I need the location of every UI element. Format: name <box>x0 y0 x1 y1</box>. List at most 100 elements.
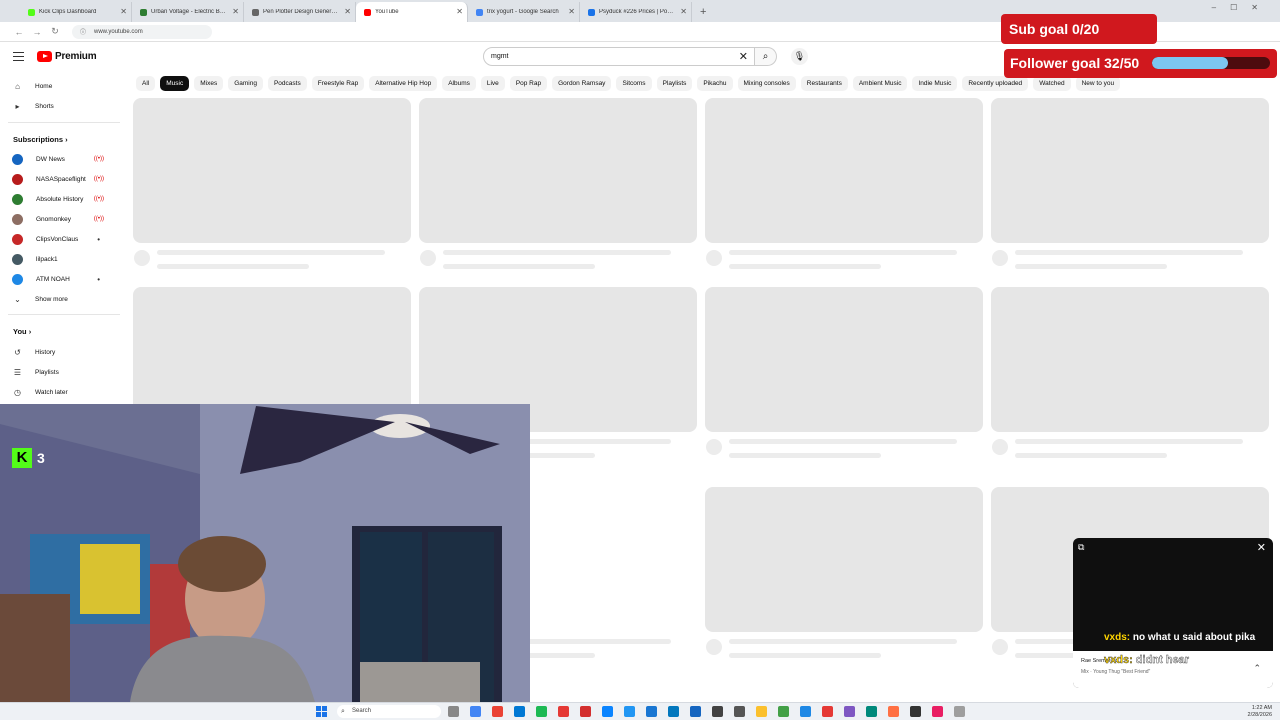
sidebar-item-subscription[interactable]: ATM NOAH • <box>12 272 122 286</box>
browser-tab[interactable]: trix yogurt - Google Search ✕ <box>468 2 580 22</box>
filter-chip[interactable]: Mixes <box>194 76 224 91</box>
taskbar-app-icon[interactable] <box>866 706 877 717</box>
filter-chip[interactable]: Music <box>160 76 190 91</box>
browser-tab[interactable]: Pen Plotter Design Generator ✕ <box>244 2 356 22</box>
address-bar[interactable]: ⓘ www.youtube.com <box>72 24 212 39</box>
filter-chip[interactable]: Restaurants <box>800 76 848 91</box>
taskbar-app-icon[interactable] <box>624 706 635 717</box>
filter-chip[interactable]: Pop Rap <box>509 76 548 91</box>
taskbar-app-icon[interactable] <box>756 706 767 717</box>
filter-chip[interactable]: New to you <box>1075 76 1121 91</box>
close-icon[interactable]: ✕ <box>1257 541 1266 554</box>
sidebar-item-subscription[interactable]: Absolute History ((•)) <box>12 192 122 206</box>
system-clock[interactable]: 1:22 AM 2/28/2026 <box>1248 705 1272 719</box>
taskbar-app-icon[interactable] <box>536 706 547 717</box>
show-more-button[interactable]: ⌄ Show more <box>12 292 122 306</box>
taskbar-app-icon[interactable] <box>470 706 481 717</box>
avatar-placeholder <box>992 439 1008 455</box>
filter-chip[interactable]: Playlists <box>656 76 693 91</box>
reload-icon[interactable]: ↻ <box>46 26 64 37</box>
taskbar: ⌕ Search 1:22 AM 2/28/2026 <box>0 702 1280 720</box>
sidebar-item-home[interactable]: ⌂ Home <box>12 79 122 93</box>
taskbar-app-icon[interactable] <box>668 706 679 717</box>
sidebar-item-subscription[interactable]: Gnomonkey ((•)) <box>12 212 122 226</box>
clock-time: 1:22 AM <box>1251 705 1272 711</box>
forward-icon[interactable]: → <box>28 27 46 37</box>
sidebar-item-subscription[interactable]: lilpack1 <box>12 252 122 266</box>
sidebar-item-subscription[interactable]: NASASpaceflight ((•)) <box>12 172 122 186</box>
sidebar-item-subscription[interactable]: ClipsVonClaus • <box>12 232 122 246</box>
taskbar-app-icon[interactable] <box>822 706 833 717</box>
browser-tab[interactable]: Psyduck #226 Prices | Pokemon ... ✕ <box>580 2 692 22</box>
taskbar-app-icon[interactable] <box>910 706 921 717</box>
filter-chip[interactable]: Sitcoms <box>616 76 652 91</box>
taskbar-app-icon[interactable] <box>646 706 657 717</box>
live-indicator-icon: ((•)) <box>93 196 104 202</box>
voice-search-icon[interactable]: 🎙 <box>791 48 808 65</box>
sidebar-item-subscription[interactable]: DW News ((•)) <box>12 152 122 166</box>
browser-tab[interactable]: Kick Clips Dashboard ✕ <box>20 2 132 22</box>
tab-close-icon[interactable]: ✕ <box>680 7 687 16</box>
chevron-up-icon[interactable]: ⌃ <box>1253 663 1261 674</box>
taskbar-app-icon[interactable] <box>580 706 591 717</box>
site-info-icon[interactable]: ⓘ <box>80 27 86 36</box>
filter-chip[interactable]: Podcasts <box>267 76 307 91</box>
meta-placeholder <box>443 264 595 269</box>
sub-goal-overlay: Sub goal 0/20 <box>1001 14 1157 44</box>
taskbar-app-icon[interactable] <box>448 706 459 717</box>
subscriptions-heading[interactable]: Subscriptions › <box>13 135 68 144</box>
filter-chip[interactable]: Indie Music <box>912 76 958 91</box>
search-button[interactable]: ⌕ <box>755 47 777 66</box>
filter-chip[interactable]: Live <box>480 76 505 91</box>
sidebar-item-watch-later[interactable]: ◷ Watch later <box>12 385 122 399</box>
taskbar-app-icon[interactable] <box>800 706 811 717</box>
filter-chip[interactable]: Albums <box>442 76 476 91</box>
new-tab-button[interactable]: + <box>692 2 714 22</box>
menu-icon[interactable] <box>13 52 24 61</box>
playlists-icon: ☰ <box>13 367 22 377</box>
sidebar-item-shorts[interactable]: ▸ Shorts <box>12 99 122 113</box>
sidebar-item-history[interactable]: ↺ History <box>12 345 122 359</box>
filter-chip[interactable]: Recently uploaded <box>962 76 1029 91</box>
tab-close-icon[interactable]: ✕ <box>568 7 575 16</box>
search-input[interactable]: mgmt ✕ <box>483 47 755 66</box>
taskbar-app-icon[interactable] <box>602 706 613 717</box>
taskbar-app-icon[interactable] <box>954 706 965 717</box>
filter-chip[interactable]: Freestyle Rap <box>311 76 365 91</box>
filter-chip[interactable]: Watched <box>1033 76 1071 91</box>
expand-icon[interactable]: ⧉ <box>1078 542 1084 553</box>
tab-close-icon[interactable]: ✕ <box>456 7 463 16</box>
filter-chip[interactable]: Gordon Ramsay <box>552 76 612 91</box>
taskbar-app-icon[interactable] <box>888 706 899 717</box>
filter-chip[interactable]: Ambient Music <box>852 76 908 91</box>
window-controls[interactable]: –☐✕ <box>1212 3 1272 12</box>
taskbar-app-icon[interactable] <box>712 706 723 717</box>
taskbar-app-icon[interactable] <box>778 706 789 717</box>
follower-goal-progress-bar <box>1152 57 1270 69</box>
back-icon[interactable]: ← <box>10 27 28 37</box>
tab-close-icon[interactable]: ✕ <box>232 7 239 16</box>
filter-chip[interactable]: All <box>136 76 156 91</box>
sidebar-item-playlists[interactable]: ☰ Playlists <box>12 365 122 379</box>
youtube-logo[interactable]: Premium <box>37 51 97 62</box>
tab-close-icon[interactable]: ✕ <box>344 7 351 16</box>
start-icon[interactable] <box>316 706 327 717</box>
clear-search-icon[interactable]: ✕ <box>739 50 748 63</box>
filter-chip[interactable]: Pikachu <box>697 76 733 91</box>
filter-chip[interactable]: Mixing consoles <box>737 76 796 91</box>
taskbar-app-icon[interactable] <box>932 706 943 717</box>
taskbar-app-icon[interactable] <box>844 706 855 717</box>
browser-tab[interactable]: Urban Voltage - Electric Bikes & ... ✕ <box>132 2 244 22</box>
taskbar-search[interactable]: ⌕ Search <box>337 705 441 718</box>
taskbar-app-icon[interactable] <box>690 706 701 717</box>
tab-close-icon[interactable]: ✕ <box>120 7 127 16</box>
video-thumbnail-placeholder <box>705 487 983 632</box>
taskbar-app-icon[interactable] <box>734 706 745 717</box>
you-heading[interactable]: You › <box>13 327 31 336</box>
filter-chip[interactable]: Alternative Hip Hop <box>369 76 438 91</box>
taskbar-app-icon[interactable] <box>558 706 569 717</box>
taskbar-app-icon[interactable] <box>492 706 503 717</box>
browser-tab[interactable]: YouTube ✕ <box>356 2 468 22</box>
taskbar-app-icon[interactable] <box>514 706 525 717</box>
filter-chip[interactable]: Gaming <box>228 76 263 91</box>
